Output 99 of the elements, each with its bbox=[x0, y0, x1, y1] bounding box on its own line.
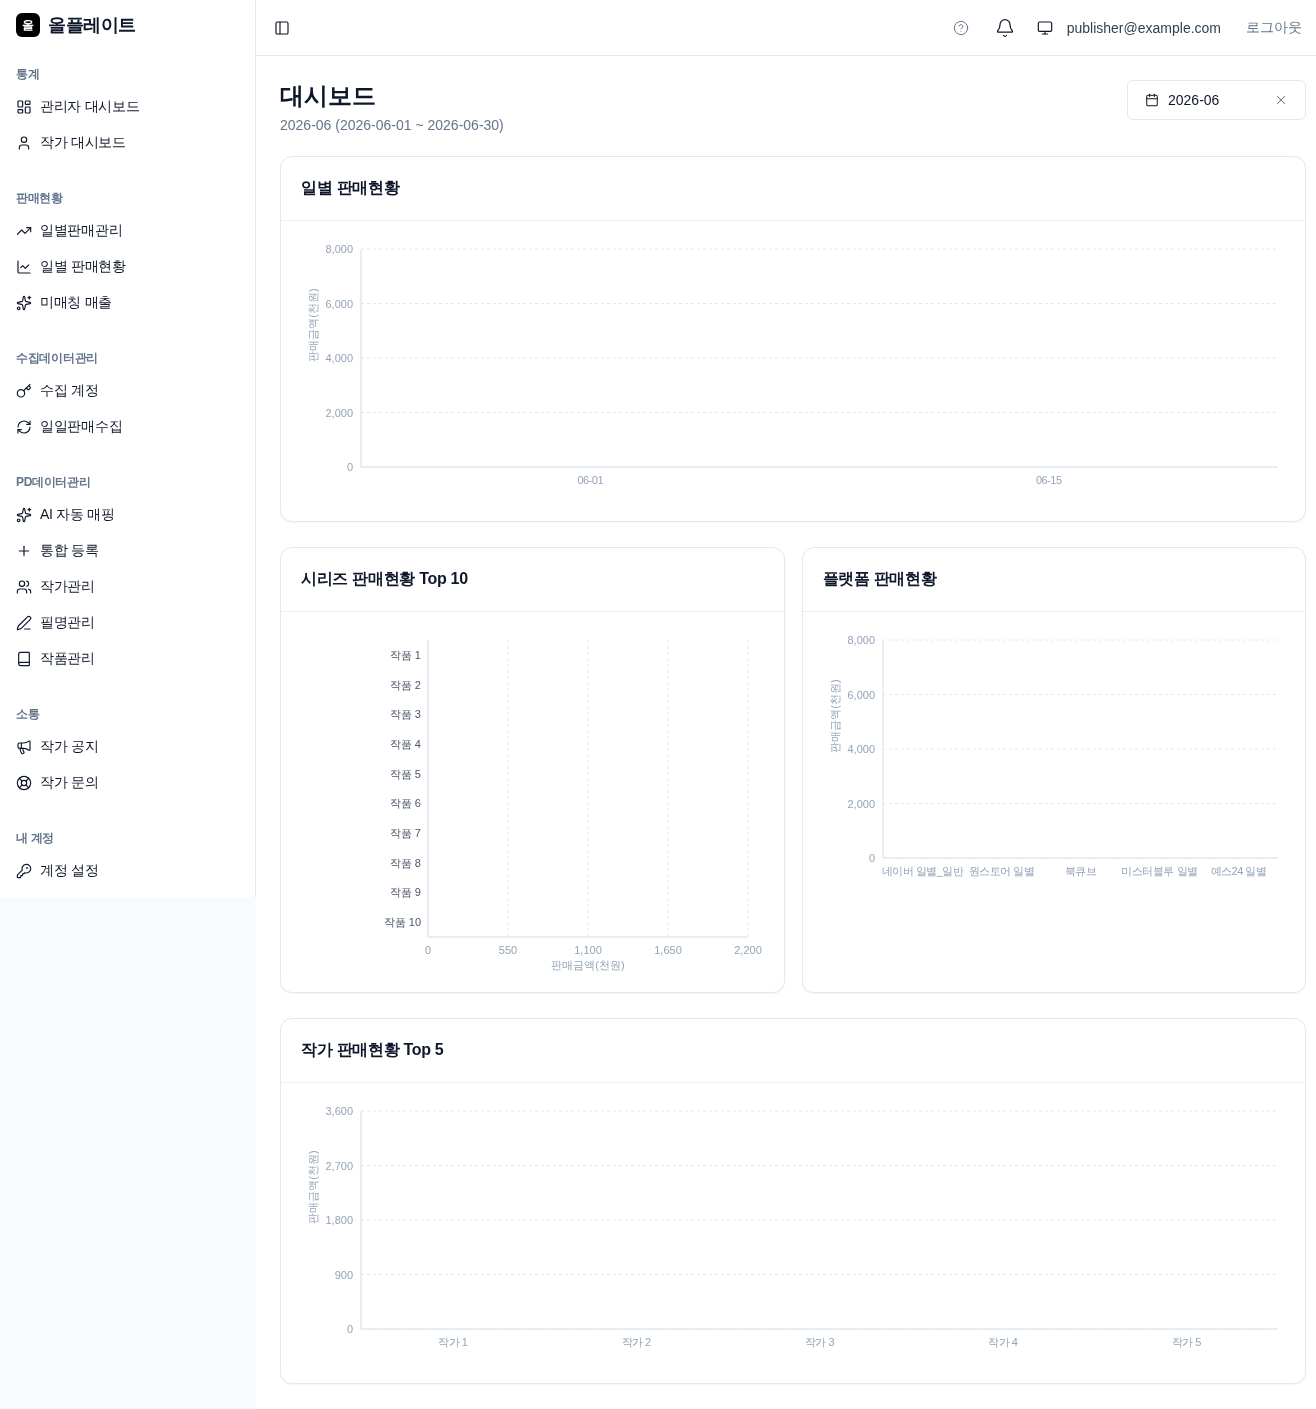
tick-label: 0 bbox=[346, 461, 353, 473]
axis-title: 판매금액(천원) bbox=[307, 1150, 319, 1224]
category-label: 북큐브 bbox=[1064, 865, 1096, 877]
panel-icon bbox=[274, 19, 290, 36]
nav-item[interactable]: 작가관리 bbox=[0, 569, 255, 605]
tick-label: 4,000 bbox=[846, 743, 875, 755]
users-icon bbox=[16, 579, 32, 595]
nav-item[interactable]: 계정 설정 bbox=[0, 853, 255, 889]
category-label: 작품 4 bbox=[389, 737, 421, 750]
axis-title: 판매금액(천원) bbox=[551, 959, 625, 971]
card-title: 시리즈 판매현황 Top 10 bbox=[301, 569, 468, 589]
category-label: 작품 9 bbox=[389, 886, 421, 899]
category-label: 작가 3 bbox=[804, 1336, 835, 1348]
section-title: 판매현황 bbox=[16, 190, 63, 206]
nav-item[interactable]: AI 자동 매핑 bbox=[0, 497, 255, 533]
help-icon bbox=[952, 19, 969, 36]
tick-label: 1,650 bbox=[654, 944, 682, 956]
dashboard-grid-icon bbox=[16, 99, 32, 115]
megaphone-icon bbox=[16, 739, 32, 755]
card-title: 플랫폼 판매현황 bbox=[822, 569, 937, 589]
close-icon bbox=[1274, 93, 1288, 107]
category-label: 작품 1 bbox=[389, 648, 421, 661]
section-title: 내 계정 bbox=[16, 830, 55, 846]
category-label: 네이버 일별_일반 bbox=[881, 865, 963, 877]
tick-label: 2,700 bbox=[325, 1159, 353, 1172]
axis-title: 판매금액(천원) bbox=[828, 679, 841, 753]
category-label: 작품 2 bbox=[389, 678, 421, 691]
page-subtitle: 2026-06 (2026-06-01 ~ 2026-06-30) bbox=[280, 116, 504, 135]
nav-item[interactable]: 작가 공지 bbox=[0, 729, 255, 765]
category-label: 작품 7 bbox=[389, 827, 421, 840]
section-title: 수집데이터관리 bbox=[16, 350, 98, 366]
category-label: 작가 4 bbox=[988, 1336, 1018, 1348]
nav-item[interactable]: 수집 계정 bbox=[0, 373, 255, 409]
tick-label: 6,000 bbox=[325, 297, 353, 310]
category-label: 작품 5 bbox=[389, 767, 421, 780]
tick-label: 8,000 bbox=[325, 243, 353, 255]
tick-label: 2,000 bbox=[325, 406, 353, 419]
category-label: 작가 5 bbox=[1171, 1336, 1201, 1348]
tick-label: 8,000 bbox=[846, 634, 875, 646]
category-label: 예스24 일별 bbox=[1210, 865, 1266, 877]
nav-item[interactable]: 작가 대시보드 bbox=[0, 125, 255, 161]
month-picker-field[interactable]: 2026-06 bbox=[1127, 80, 1306, 120]
tick-label: 550 bbox=[498, 944, 518, 956]
section-title: 소통 bbox=[16, 706, 40, 722]
nav-item[interactable]: 작가 문의 bbox=[0, 765, 255, 801]
logout-button[interactable]: 로그아웃 bbox=[1246, 18, 1302, 37]
key-icon bbox=[16, 863, 32, 879]
tick-label: 1,800 bbox=[325, 1214, 353, 1226]
clear-button[interactable] bbox=[1274, 93, 1288, 107]
category-label: 작가 2 bbox=[621, 1336, 651, 1348]
key-icon bbox=[16, 383, 32, 399]
category-label: 원스토어 일별 bbox=[968, 865, 1034, 877]
nav-item[interactable]: 일별판매관리 bbox=[0, 213, 255, 249]
nav-item[interactable]: 일별 판매현황 bbox=[0, 249, 255, 285]
page-title: 대시보드 bbox=[280, 81, 376, 111]
category-label: 작품 10 bbox=[383, 916, 421, 929]
line-chart-icon bbox=[16, 259, 32, 275]
tick-label: 2,200 bbox=[734, 944, 762, 956]
nav-item[interactable]: 일일판매수집 bbox=[0, 409, 255, 445]
user-email: publisher@example.com bbox=[1066, 19, 1221, 36]
sparkles-icon bbox=[16, 295, 32, 311]
refresh-icon bbox=[16, 419, 32, 435]
tick-label: 0 bbox=[346, 1323, 353, 1335]
category-label: 작품 8 bbox=[389, 856, 421, 869]
sparkles-icon bbox=[16, 507, 32, 523]
user-icon bbox=[16, 135, 32, 151]
monitor-icon bbox=[1036, 19, 1053, 36]
tick-label: 1,100 bbox=[574, 944, 602, 956]
bell-icon bbox=[994, 17, 1015, 38]
tick-label: 4,000 bbox=[325, 352, 353, 364]
category-label: 06-15 bbox=[1035, 474, 1062, 486]
tick-label: 0 bbox=[868, 852, 875, 864]
category-label: 작품 6 bbox=[389, 797, 421, 810]
logo-name: 올플레이트 bbox=[48, 14, 136, 37]
tick-label: 3,600 bbox=[325, 1105, 353, 1117]
nav-item[interactable]: 작품관리 bbox=[0, 641, 255, 677]
nav-item[interactable]: 관리자 대시보드 bbox=[0, 89, 255, 125]
lifebuoy-icon bbox=[16, 775, 32, 791]
category-label: 작가 1 bbox=[438, 1336, 468, 1348]
plus-icon bbox=[16, 543, 32, 559]
calendar-icon bbox=[1145, 93, 1159, 107]
axis-title: 판매금액(천원) bbox=[307, 288, 319, 362]
book-icon bbox=[16, 651, 32, 667]
nav-item[interactable]: 통합 등록 bbox=[0, 533, 255, 569]
tick-label: 0 bbox=[424, 944, 432, 956]
category-label: 미스터블루 일별 bbox=[1120, 865, 1198, 877]
tick-label: 2,000 bbox=[846, 797, 875, 810]
logo-mark: 올 bbox=[16, 13, 40, 37]
section-title: 통계 bbox=[16, 66, 40, 82]
card-title: 작가 판매현황 Top 5 bbox=[301, 1040, 444, 1060]
card-title: 일별 판매현황 bbox=[301, 178, 400, 198]
nav-item[interactable]: 미매칭 매출 bbox=[0, 285, 255, 321]
category-label: 06-01 bbox=[577, 474, 604, 486]
section-title: PD데이터관리 bbox=[16, 474, 91, 490]
tick-label: 6,000 bbox=[846, 688, 875, 701]
nav-item[interactable]: 필명관리 bbox=[0, 605, 255, 641]
tick-label: 900 bbox=[334, 1268, 353, 1281]
category-label: 작품 3 bbox=[389, 708, 421, 721]
pencil-icon bbox=[16, 615, 32, 631]
